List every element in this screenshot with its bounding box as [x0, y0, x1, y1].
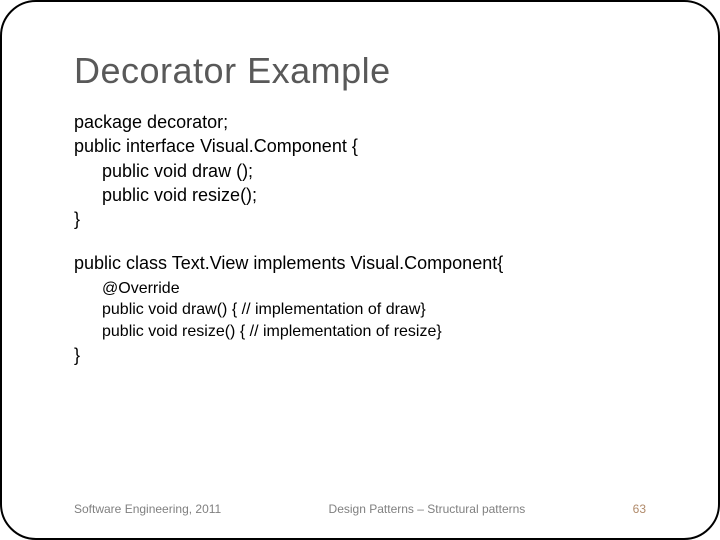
- code-line: }: [74, 209, 80, 229]
- slide-title: Decorator Example: [74, 50, 646, 92]
- footer-page-number: 63: [633, 502, 646, 516]
- code-line: public interface Visual.Component {: [74, 136, 358, 156]
- slide-frame: Decorator Example package decorator; pub…: [0, 0, 720, 540]
- code-line: }: [74, 345, 646, 366]
- footer-center: Design Patterns – Structural patterns: [221, 502, 632, 516]
- code-block-class: public class Text.View implements Visual…: [74, 251, 646, 365]
- code-line: public void draw ();: [74, 159, 646, 183]
- code-line: public void draw() { // implementation o…: [74, 299, 646, 321]
- code-block-interface: package decorator; public interface Visu…: [74, 110, 646, 231]
- code-line: package decorator;: [74, 112, 228, 132]
- code-line: @Override: [74, 278, 646, 300]
- code-line: public void resize() { // implementation…: [74, 321, 646, 343]
- slide-footer: Software Engineering, 2011 Design Patter…: [74, 502, 646, 516]
- code-line: public class Text.View implements Visual…: [74, 253, 503, 273]
- footer-left: Software Engineering, 2011: [74, 502, 221, 516]
- code-line: public void resize();: [74, 183, 646, 207]
